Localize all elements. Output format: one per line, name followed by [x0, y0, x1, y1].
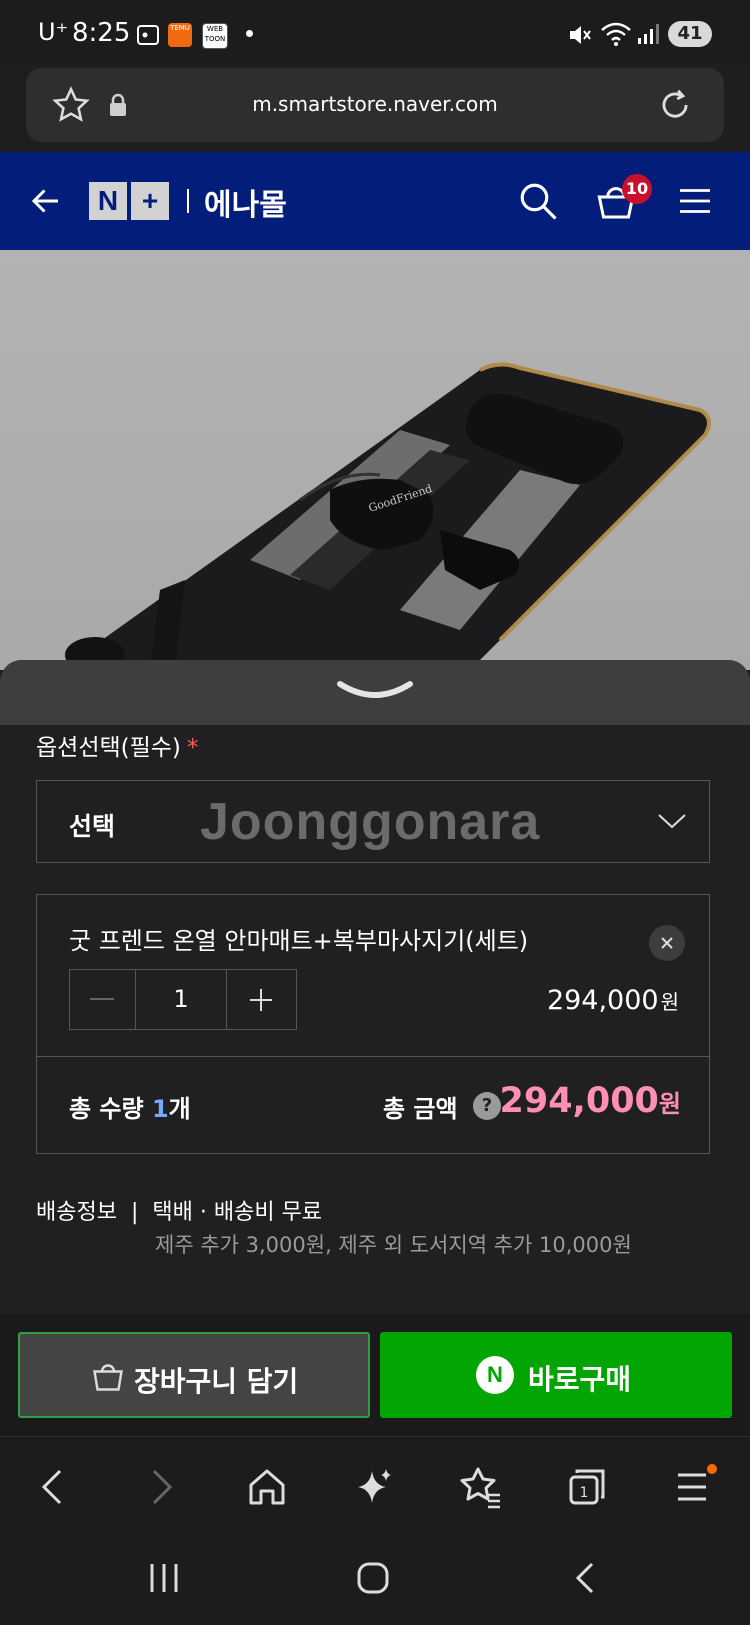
- purchase-action-bar: 장바구니 담기 N 바로구매: [0, 1314, 750, 1436]
- cart-count-badge: 10: [622, 174, 652, 204]
- status-time: 8:25: [72, 18, 131, 48]
- system-nav-bar: [0, 1536, 750, 1625]
- sheet-handle[interactable]: [0, 660, 750, 725]
- browser-menu-icon[interactable]: [670, 1463, 718, 1511]
- required-mark: *: [186, 735, 199, 761]
- selected-item-card: 굿 프렌드 온열 안마매트+복부마사지기(세트) 1 294,000 원: [36, 894, 710, 1057]
- recent-apps-icon[interactable]: [146, 1560, 182, 1596]
- decrease-button[interactable]: [70, 970, 135, 1029]
- naver-pay-n-icon: N: [476, 1356, 514, 1394]
- item-price: 294,000 원: [546, 985, 679, 1016]
- option-select-value: 선택: [69, 812, 116, 841]
- buy-now-label: 바로구매: [528, 1363, 632, 1396]
- item-name: 굿 프렌드 온열 안마매트+복부마사지기(세트): [69, 927, 529, 955]
- plus-icon: [250, 989, 272, 1011]
- home-icon[interactable]: [243, 1463, 291, 1511]
- remove-item-button[interactable]: [649, 925, 685, 961]
- url-bar[interactable]: m.smartstore.naver.com: [26, 68, 724, 142]
- search-icon[interactable]: [517, 180, 559, 222]
- webtoon-app-icon: WEB TOON: [202, 23, 228, 49]
- total-amount-label: 총 금액: [383, 1095, 458, 1123]
- refresh-icon[interactable]: [656, 86, 694, 124]
- store-header: N + 에나몰 10: [0, 152, 750, 250]
- increase-button[interactable]: [227, 970, 296, 1029]
- option-label: 옵션선택(필수) *: [36, 735, 199, 761]
- svg-text:1: 1: [580, 1485, 589, 1501]
- quantity-stepper[interactable]: 1: [69, 969, 297, 1030]
- mute-icon: [570, 26, 591, 44]
- notification-dot: [246, 30, 253, 37]
- temu-app-icon: TEMU: [168, 23, 192, 47]
- battery-indicator: 41: [668, 21, 712, 47]
- tabs-icon[interactable]: 1: [563, 1463, 611, 1511]
- collapse-chevron-icon[interactable]: [336, 680, 414, 702]
- add-to-cart-button[interactable]: 장바구니 담기: [18, 1332, 370, 1418]
- back-arrow-icon[interactable]: [28, 183, 64, 219]
- system-back-icon[interactable]: [568, 1560, 604, 1596]
- wifi-icon: [601, 22, 631, 46]
- chevron-down-icon: [658, 814, 686, 829]
- massage-mat-illustration: GoodFriend: [0, 250, 750, 670]
- browser-forward-icon[interactable]: [136, 1463, 184, 1511]
- total-summary: 총 수량 1개 총 금액 ? 294,000원: [36, 1056, 710, 1154]
- sparkle-ai-icon[interactable]: [350, 1463, 398, 1511]
- gallery-icon: [137, 25, 159, 45]
- browser-back-icon[interactable]: [30, 1463, 78, 1511]
- help-icon[interactable]: ?: [473, 1092, 501, 1120]
- total-amount: 294,000원: [499, 1081, 681, 1121]
- watermark: Joonggonara: [200, 793, 541, 851]
- quantity-value[interactable]: 1: [135, 970, 227, 1029]
- close-icon: [661, 937, 673, 949]
- carrier-label: U⁺: [38, 18, 69, 46]
- shopping-bag-icon: [93, 1364, 123, 1391]
- shipping-extra: 제주 추가 3,000원, 제주 외 도서지역 추가 10,000원: [155, 1233, 632, 1257]
- minus-icon: [90, 998, 114, 1000]
- bookmarks-icon[interactable]: [456, 1463, 504, 1511]
- signal-icon: [638, 24, 659, 44]
- browser-toolbar: 1: [0, 1436, 750, 1537]
- store-name[interactable]: 에나몰: [204, 180, 287, 224]
- header-divider: [187, 189, 189, 213]
- menu-hamburger-icon[interactable]: [675, 183, 715, 219]
- status-bar: U⁺ 8:25 TEMU WEB TOON 41: [0, 0, 750, 64]
- naver-plus-logo-plus[interactable]: +: [131, 182, 169, 220]
- shipping-info: 배송정보 | 택배 · 배송비 무료: [36, 1200, 323, 1225]
- add-to-cart-label: 장바구니 담기: [134, 1365, 299, 1398]
- home-button-icon[interactable]: [355, 1560, 391, 1596]
- total-quantity: 총 수량 1개: [69, 1095, 191, 1123]
- product-image[interactable]: GoodFriend: [0, 250, 750, 670]
- buy-now-button[interactable]: N 바로구매: [380, 1332, 732, 1418]
- naver-plus-logo-n[interactable]: N: [89, 182, 127, 220]
- url-text[interactable]: m.smartstore.naver.com: [26, 92, 724, 116]
